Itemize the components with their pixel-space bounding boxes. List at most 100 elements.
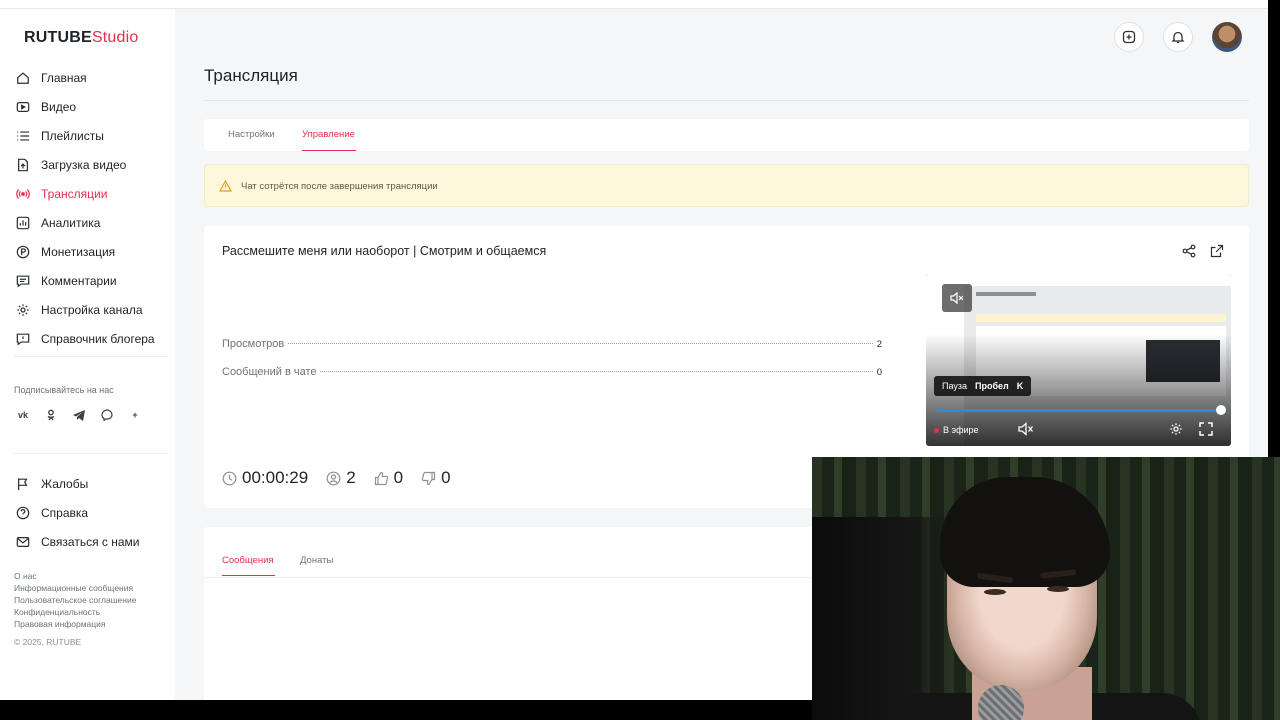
notifications-button[interactable] — [1163, 22, 1193, 52]
gear-icon — [1170, 423, 1182, 435]
stream-actions — [1182, 244, 1224, 258]
fullscreen-button[interactable] — [1199, 422, 1213, 441]
sidebar-item-label: Связаться с нами — [41, 534, 140, 549]
copyright: © 2025, RUTUBE — [14, 637, 82, 647]
webcam-person-eye — [1047, 586, 1069, 592]
plus-icon[interactable]: + — [126, 406, 144, 424]
avatar[interactable] — [1212, 22, 1242, 52]
help-icon — [16, 506, 30, 519]
sidebar-item-label: Главная — [41, 70, 87, 85]
webcam-overlay — [812, 457, 1280, 720]
sidebar-item-label: Трансляции — [41, 186, 108, 201]
viewer-icon — [326, 471, 341, 485]
stat-leader — [288, 343, 873, 344]
footer-links: О нас Информационные сообщения Пользоват… — [14, 570, 136, 630]
mail-icon — [16, 536, 30, 547]
progress-bar[interactable] — [936, 409, 1222, 412]
telegram-icon[interactable] — [70, 406, 88, 424]
dislikes-value: 0 — [441, 468, 451, 487]
metric-viewers: 2 — [326, 468, 356, 488]
sidebar-item-blogger-guide[interactable]: Справочник блогера — [0, 324, 175, 353]
sidebar-item-upload[interactable]: Загрузка видео — [0, 150, 175, 179]
sidebar-divider — [14, 356, 168, 357]
sidebar-item-channel-settings[interactable]: Настройка канала — [0, 295, 175, 324]
thumbs-down-icon — [421, 471, 436, 485]
footer-link[interactable]: Правовая информация — [14, 618, 136, 630]
external-link-icon[interactable] — [1210, 244, 1224, 258]
analytics-icon — [16, 216, 30, 229]
sidebar-item-playlists[interactable]: Плейлисты — [0, 121, 175, 150]
stat-leader — [320, 371, 873, 372]
webcam-person-eye — [984, 589, 1006, 595]
metric-duration: 00:00:29 — [222, 468, 308, 488]
footer-link[interactable]: Информационные сообщения — [14, 582, 136, 594]
pause-tooltip: Пауза Пробел K — [934, 376, 1032, 396]
tab-messages[interactable]: Сообщения — [222, 555, 274, 566]
sidebar-item-analytics[interactable]: Аналитика — [0, 208, 175, 237]
tab-donations[interactable]: Донаты — [300, 555, 333, 566]
flag-icon — [18, 477, 28, 490]
screen-bottom-band — [0, 700, 812, 720]
settings-button[interactable] — [1169, 422, 1183, 441]
logo-main: RUTUBE — [24, 29, 92, 46]
muted-icon — [1018, 422, 1034, 436]
playlist-icon — [17, 130, 30, 141]
active-chat-tab-underline — [222, 575, 275, 576]
stream-metrics: 00:00:29 2 0 0 — [222, 468, 451, 488]
preview-title — [976, 292, 1036, 296]
guide-icon — [16, 333, 30, 345]
duration-value: 00:00:29 — [242, 468, 309, 487]
webcam-shadow — [812, 517, 952, 720]
sidebar-item-broadcasts[interactable]: Трансляции — [0, 179, 175, 208]
sidebar-item-label: Справочник блогера — [41, 331, 155, 346]
preview-topbar — [926, 274, 1231, 286]
sidebar-item-complaints[interactable]: Жалобы — [0, 469, 175, 498]
social-links: vk + — [14, 406, 144, 424]
stat-label: Сообщений в чате — [222, 366, 317, 378]
add-content-button[interactable] — [1114, 22, 1144, 52]
tab-settings[interactable]: Настройки — [228, 129, 275, 140]
ok-icon[interactable] — [42, 406, 60, 424]
viewers-value: 2 — [346, 468, 356, 487]
metric-dislikes: 0 — [421, 468, 451, 488]
footer-link[interactable]: Конфиденциальность — [14, 606, 136, 618]
sidebar-item-label: Справка — [41, 505, 89, 520]
alert-text: Чат сотрётся после завершения трансляции — [241, 181, 438, 192]
chat-warning-alert: Чат сотрётся после завершения трансляции — [204, 164, 1249, 207]
sidebar-divider — [14, 453, 168, 454]
title-divider — [204, 100, 1249, 101]
stat-chat-messages: Сообщений в чате 0 — [222, 366, 882, 378]
comments-icon — [16, 275, 30, 287]
add-icon — [1122, 30, 1136, 44]
footer-link[interactable]: О нас — [14, 570, 136, 582]
monetization-icon — [16, 245, 30, 258]
sidebar-nav: Главная Видео Плейлисты Загрузка видео Т… — [0, 63, 175, 353]
vk-icon[interactable]: vk — [14, 406, 32, 424]
stream-preview-player[interactable]: Пауза Пробел K В эфире — [926, 274, 1231, 446]
metric-likes: 0 — [374, 468, 403, 488]
progress-handle[interactable] — [1216, 405, 1226, 415]
sidebar-item-home[interactable]: Главная — [0, 63, 175, 92]
logo[interactable]: RUTUBEStudio — [24, 29, 138, 47]
bell-icon — [1171, 31, 1185, 44]
mute-overlay-button[interactable] — [942, 284, 972, 312]
live-indicator: В эфире — [934, 425, 979, 435]
sidebar-item-help[interactable]: Справка — [0, 498, 175, 527]
live-dot — [934, 427, 939, 433]
sidebar-item-contact[interactable]: Связаться с нами — [0, 527, 175, 556]
sidebar-item-monetization[interactable]: Монетизация — [0, 237, 175, 266]
share-icon[interactable] — [1182, 244, 1196, 258]
viber-icon[interactable] — [98, 406, 116, 424]
sidebar-item-label: Монетизация — [41, 244, 116, 259]
volume-button[interactable] — [1018, 422, 1034, 441]
footer-link[interactable]: Пользовательское соглашение — [14, 594, 136, 606]
tabs-bar: Настройки Управление — [204, 119, 1249, 151]
live-text: В эфире — [943, 425, 979, 435]
stat-value: 0 — [876, 367, 882, 378]
tab-control[interactable]: Управление — [302, 129, 355, 140]
stream-title: Рассмешите меня или наоборот | Смотрим и… — [222, 244, 547, 258]
thumbs-up-icon — [374, 471, 388, 485]
sidebar-item-comments[interactable]: Комментарии — [0, 266, 175, 295]
sidebar-item-video[interactable]: Видео — [0, 92, 175, 121]
follow-label: Подписывайтесь на нас — [14, 385, 114, 395]
